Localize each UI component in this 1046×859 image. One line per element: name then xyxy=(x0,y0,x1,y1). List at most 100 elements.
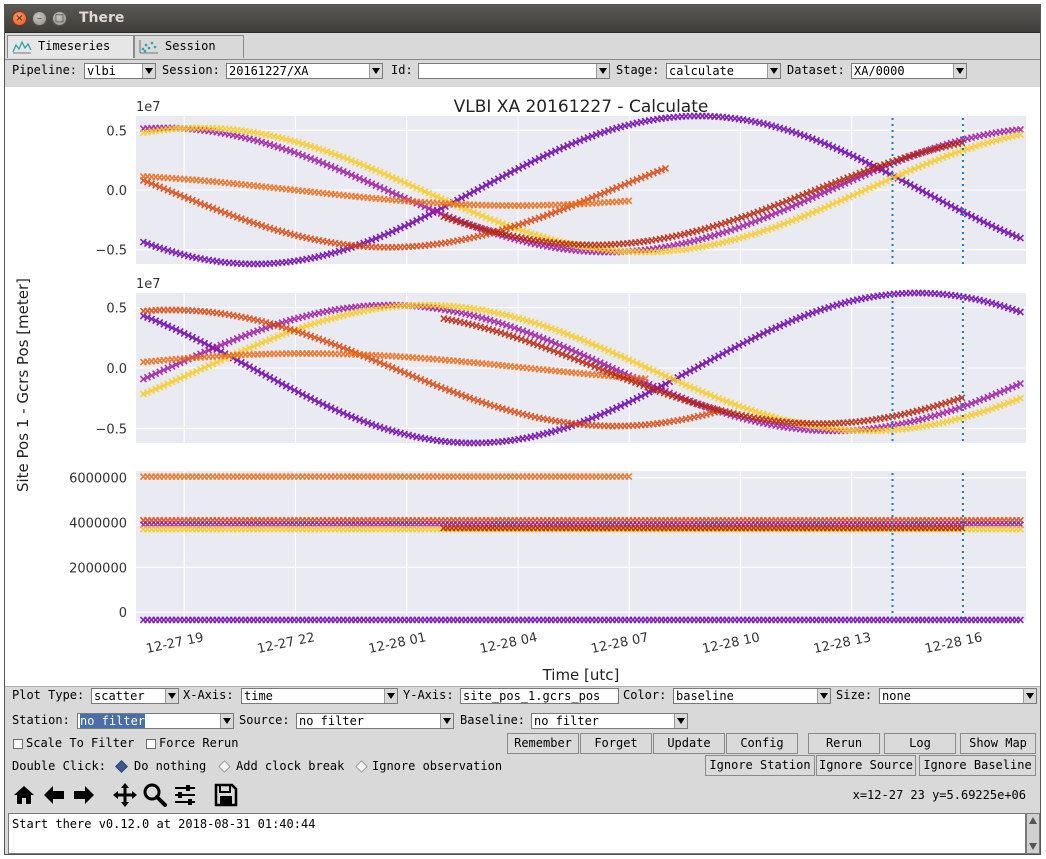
chevron-down-icon[interactable] xyxy=(674,714,687,728)
log-console[interactable]: Start there v0.12.0 at 2018-08-31 01:40:… xyxy=(8,813,1026,854)
y-axis-title: Site Pos 1 - Gcrs Pos [meter] xyxy=(14,278,32,492)
y-tick-label: 0 xyxy=(119,606,127,621)
forward-icon[interactable] xyxy=(70,781,98,809)
scale-to-filter-checkbox[interactable] xyxy=(13,739,23,749)
x-tick-label: 12-28 07 xyxy=(590,630,650,657)
tab-session[interactable]: Session xyxy=(134,35,244,58)
session-select[interactable]: 20161227/XA xyxy=(226,63,383,79)
save-icon[interactable] xyxy=(212,781,240,809)
size-select[interactable]: none xyxy=(879,688,1037,704)
dataset-value: XA/0000 xyxy=(854,64,905,78)
remember-button[interactable]: Remember xyxy=(507,733,579,754)
tab-timeseries[interactable]: Timeseries xyxy=(7,35,134,58)
x-axis-select[interactable]: time xyxy=(241,688,398,704)
home-icon[interactable] xyxy=(10,781,38,809)
scroll-down-icon[interactable] xyxy=(1029,843,1037,850)
x-tick-label: 12-28 16 xyxy=(923,630,983,657)
x-tick-label: 12-27 19 xyxy=(145,630,205,657)
chevron-down-icon[interactable] xyxy=(596,64,609,78)
y-tick-label: 0.0 xyxy=(106,362,127,377)
id-label: Id: xyxy=(391,63,413,77)
chevron-down-icon[interactable] xyxy=(1023,689,1036,703)
station-select[interactable]: no filter xyxy=(77,713,234,729)
stage-value: calculate xyxy=(669,64,735,78)
pipeline-select[interactable]: vlbi xyxy=(84,63,156,79)
do-nothing-label: Do nothing xyxy=(134,759,207,773)
x-axis-value: time xyxy=(244,689,273,703)
y-tick-label: 0.0 xyxy=(106,184,127,199)
color-value: baseline xyxy=(676,689,734,703)
plot-type-value: scatter xyxy=(94,689,145,703)
console-scrollbar[interactable] xyxy=(1026,813,1040,854)
chevron-down-icon[interactable] xyxy=(817,689,830,703)
do-nothing-radio[interactable] xyxy=(115,760,128,773)
ignore-source-button[interactable]: Ignore Source xyxy=(816,755,916,776)
chart-title: VLBI XA 20161227 - Calculate xyxy=(454,97,709,117)
configure-subplots-icon[interactable] xyxy=(171,781,199,809)
ignore-baseline-button[interactable]: Ignore Baseline xyxy=(919,755,1036,776)
y-axis-label: Y-Axis: xyxy=(403,688,454,702)
size-label: Size: xyxy=(836,688,873,702)
baseline-value: no filter xyxy=(534,714,600,728)
cursor-coordinates: x=12-27 23 y=5.69225e+06 xyxy=(852,788,1026,802)
source-select[interactable]: no filter xyxy=(296,713,454,729)
source-label: Source: xyxy=(239,713,290,727)
title-bar: × – □ There xyxy=(5,5,1040,33)
chevron-down-icon[interactable] xyxy=(384,689,397,703)
chevron-down-icon[interactable] xyxy=(165,689,178,703)
station-label: Station: xyxy=(12,713,70,727)
x-tick-label: 12-28 01 xyxy=(367,630,427,657)
chevron-down-icon[interactable] xyxy=(369,64,382,78)
add-clock-break-radio[interactable] xyxy=(218,760,231,773)
stage-label: Stage: xyxy=(616,63,660,77)
ignore-observation-radio[interactable] xyxy=(355,760,368,773)
chevron-down-icon[interactable] xyxy=(440,714,453,728)
app-window: × – □ There Timeseries Session Pipeline: xyxy=(4,4,1041,855)
force-rerun-label: Force Rerun xyxy=(159,736,239,750)
chevron-down-icon[interactable] xyxy=(767,64,780,78)
y-tick-label: 2000000 xyxy=(69,561,127,576)
y-tick-label: −0.5 xyxy=(95,422,127,437)
rerun-button[interactable]: Rerun xyxy=(808,733,880,754)
minimize-icon[interactable]: – xyxy=(32,11,47,26)
scroll-up-icon[interactable] xyxy=(1029,817,1037,824)
plot-type-select[interactable]: scatter xyxy=(91,688,179,704)
pan-icon[interactable] xyxy=(111,781,139,809)
timeseries-icon xyxy=(12,40,32,54)
chevron-down-icon[interactable] xyxy=(142,64,155,78)
tab-bar: Timeseries Session xyxy=(5,33,1040,59)
x-tick-label: 12-28 04 xyxy=(478,630,538,657)
plot-canvas[interactable]: VLBI XA 20161227 - Calculate Time [utc] Si… xyxy=(5,87,1041,686)
session-value: 20161227/XA xyxy=(229,64,309,78)
force-rerun-checkbox[interactable] xyxy=(146,739,156,749)
scale-to-filter-label: Scale To Filter xyxy=(26,736,135,750)
chevron-down-icon[interactable] xyxy=(953,64,966,78)
maximize-icon[interactable]: □ xyxy=(52,11,67,26)
color-select[interactable]: baseline xyxy=(673,688,831,704)
y-tick-label: 0.5 xyxy=(106,302,127,317)
config-button[interactable]: Config xyxy=(726,733,798,754)
baseline-select[interactable]: no filter xyxy=(531,713,688,729)
dataset-select[interactable]: XA/0000 xyxy=(851,63,967,79)
id-select[interactable] xyxy=(418,63,610,79)
update-button[interactable]: Update xyxy=(653,733,725,754)
scatter-chart[interactable]: VLBI XA 20161227 - Calculate Time [utc] Si… xyxy=(5,87,1041,686)
forget-button[interactable]: Forget xyxy=(580,733,652,754)
y-axis-select[interactable]: site_pos_1.gcrs_pos xyxy=(460,688,619,704)
zoom-icon[interactable] xyxy=(141,781,169,809)
show-map-button[interactable]: Show Map xyxy=(960,733,1036,754)
chevron-down-icon[interactable] xyxy=(220,714,233,728)
baseline-label: Baseline: xyxy=(460,713,526,727)
y-axis-value: site_pos_1.gcrs_pos xyxy=(463,689,601,703)
size-value: none xyxy=(882,689,911,703)
y-tick-label: 0.5 xyxy=(106,124,127,139)
ignore-station-button[interactable]: Ignore Station xyxy=(705,755,815,776)
log-button[interactable]: Log xyxy=(884,733,956,754)
close-icon[interactable]: × xyxy=(12,11,27,26)
stage-select[interactable]: calculate xyxy=(666,63,781,79)
add-clock-break-label: Add clock break xyxy=(236,759,345,773)
back-icon[interactable] xyxy=(40,781,68,809)
pipeline-label: Pipeline: xyxy=(12,63,78,77)
x-axis-label: X-Axis: xyxy=(183,688,234,702)
tab-label-timeseries: Timeseries xyxy=(38,39,111,53)
